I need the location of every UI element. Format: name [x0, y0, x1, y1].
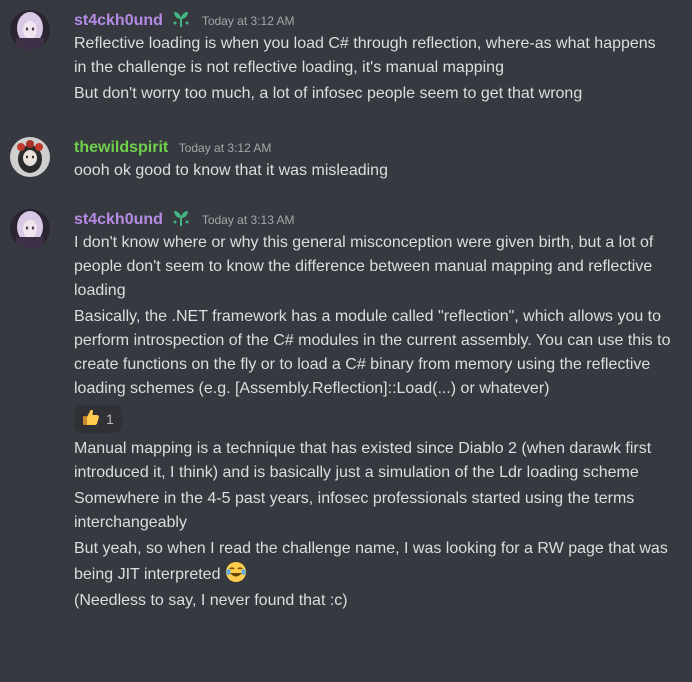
- message-text: (Needless to say, I never found that :c): [74, 592, 348, 609]
- timestamp: Today at 3:13 AM: [201, 213, 295, 227]
- message-text: I don't know where or why this general m…: [74, 234, 654, 299]
- sprout-icon: [171, 209, 191, 227]
- message-text: oooh ok good to know that it was mislead…: [74, 162, 388, 179]
- avatar[interactable]: [10, 137, 50, 177]
- timestamp: Today at 3:12 AM: [201, 14, 295, 28]
- reaction-count: 1: [106, 411, 114, 427]
- username[interactable]: thewildspirit: [74, 139, 168, 156]
- message-text: Reflective loading is when you load C# t…: [74, 35, 656, 76]
- timestamp: Today at 3:12 AM: [178, 141, 272, 155]
- avatar[interactable]: [10, 209, 50, 249]
- message-text: Manual mapping is a technique that has e…: [74, 440, 652, 481]
- thumbs-up-icon: [82, 408, 100, 431]
- reaction-button[interactable]: 1: [74, 405, 122, 433]
- username[interactable]: st4ckh0und: [74, 12, 163, 29]
- message-text-content: But yeah, so when I read the challenge n…: [74, 540, 668, 583]
- chat-messages: st4ckh0und Today at 3:12 AM Reflective l…: [0, 0, 692, 682]
- message-text: Basically, the .NET framework has a modu…: [74, 308, 671, 397]
- username[interactable]: st4ckh0und: [74, 211, 163, 228]
- sprout-icon: [171, 10, 191, 28]
- message-text: But yeah, so when I read the challenge n…: [74, 537, 672, 589]
- message-header: thewildspirit Today at 3:12 AM: [74, 137, 672, 159]
- message-header: st4ckh0und Today at 3:12 AM: [74, 10, 672, 32]
- message-header: st4ckh0und Today at 3:13 AM: [74, 209, 672, 231]
- joy-emoji: [225, 561, 247, 583]
- avatar[interactable]: [10, 10, 50, 50]
- message-text: But don't worry too much, a lot of infos…: [74, 85, 583, 102]
- message-text: Somewhere in the 4-5 past years, infosec…: [74, 490, 635, 531]
